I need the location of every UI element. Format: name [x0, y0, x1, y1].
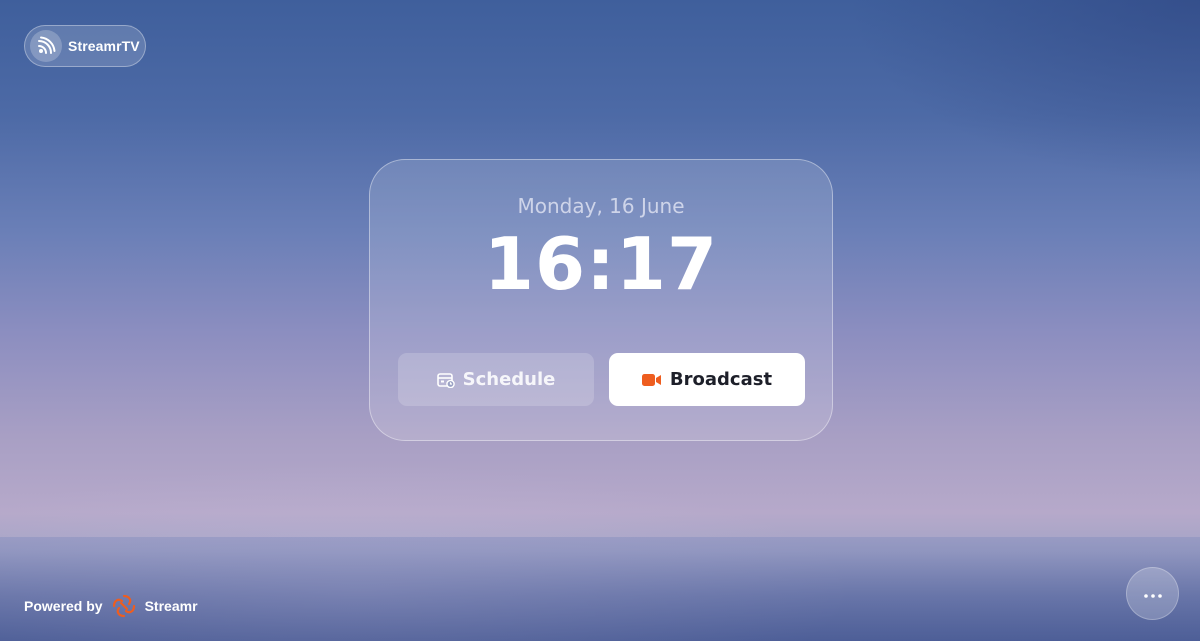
brand-name: StreamrTV: [68, 38, 140, 54]
background-horizon: [0, 537, 1200, 641]
streamr-company-name[interactable]: Streamr: [145, 598, 198, 614]
clock-card: Monday, 16 June 16:17 Schedule Broadcast: [369, 159, 833, 441]
schedule-button[interactable]: Schedule: [398, 353, 594, 406]
brand-pill[interactable]: StreamrTV: [24, 25, 146, 67]
powered-by: Powered by Streamr: [24, 593, 198, 619]
schedule-button-label: Schedule: [462, 369, 556, 390]
broadcast-signal-icon: [30, 30, 62, 62]
broadcast-button-label: Broadcast: [669, 369, 773, 390]
date-label: Monday, 16 June: [517, 194, 685, 218]
streamr-logo-icon: [111, 593, 137, 619]
ellipsis-icon: [1143, 585, 1162, 603]
powered-by-label: Powered by: [24, 598, 103, 614]
video-camera-icon: [641, 373, 662, 387]
more-options-button[interactable]: [1126, 567, 1179, 620]
time-display: 16:17: [483, 222, 719, 306]
calendar-clock-icon: [436, 372, 455, 388]
broadcast-button[interactable]: Broadcast: [609, 353, 805, 406]
